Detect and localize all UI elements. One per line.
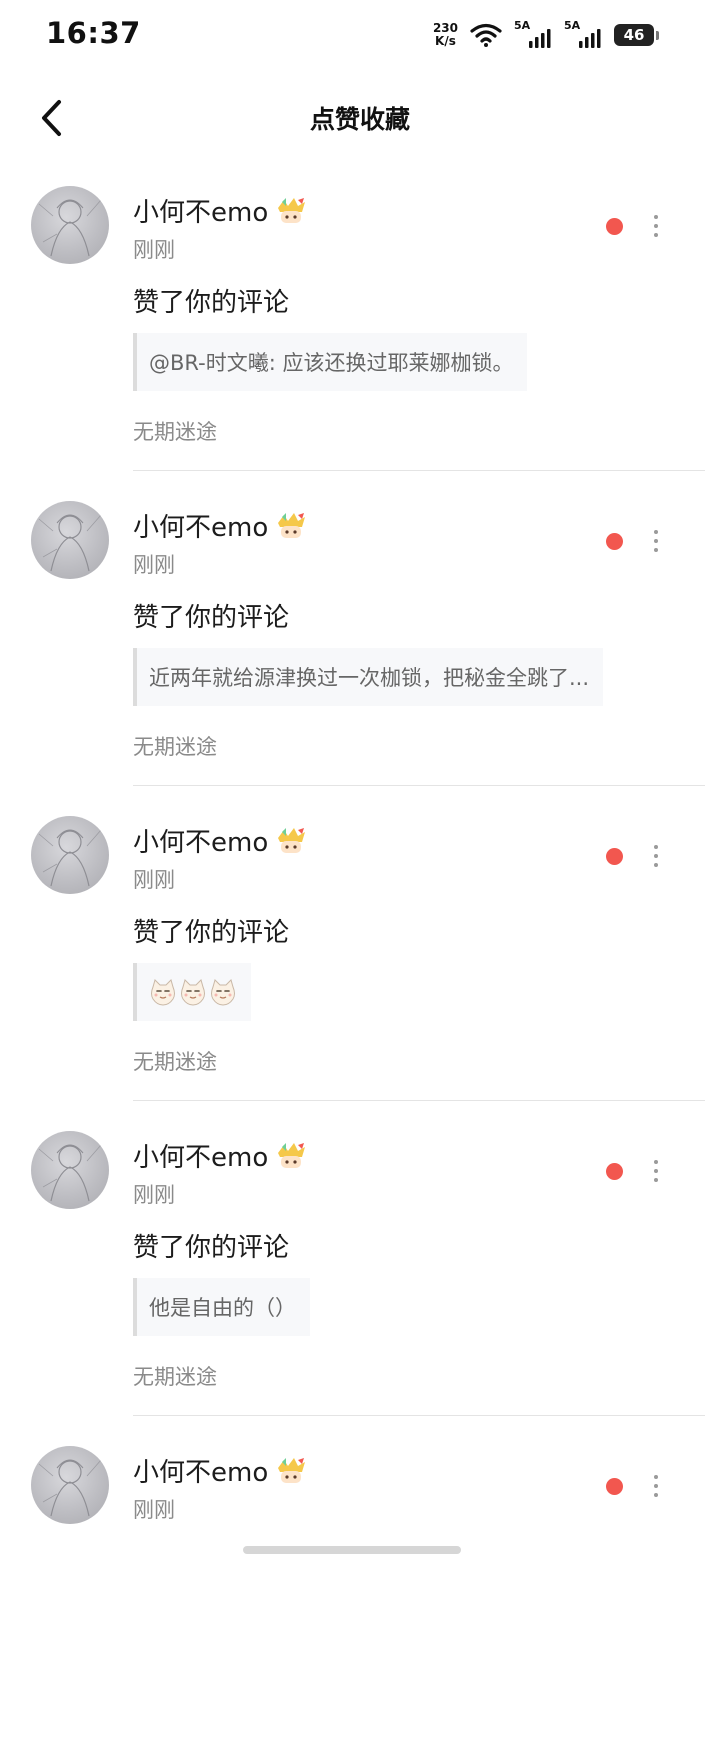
notification-action: 赞了你的评论 bbox=[133, 603, 290, 633]
notification-item[interactable]: 小何不emo 刚刚 赞了你的评论 无期迷途 bbox=[0, 800, 720, 1115]
avatar[interactable] bbox=[31, 816, 109, 894]
status-time: 16:37 bbox=[46, 16, 141, 50]
notification-time: 刚刚 bbox=[133, 1183, 175, 1207]
more-vertical-icon[interactable] bbox=[640, 206, 672, 246]
user-name[interactable]: 小何不emo bbox=[133, 192, 268, 229]
quoted-comment[interactable]: 他是自由的（） bbox=[133, 1278, 310, 1336]
quoted-comment[interactable]: @BR-时文曦: 应该还换过耶莱娜枷锁。 bbox=[133, 333, 528, 391]
unread-dot bbox=[606, 218, 623, 235]
cat-face-emoji-icon bbox=[151, 979, 175, 1006]
divider bbox=[133, 470, 705, 471]
user-name[interactable]: 小何不emo bbox=[133, 507, 268, 544]
signal-icon: 5A bbox=[564, 19, 602, 48]
battery-icon: 46 bbox=[614, 23, 660, 47]
cat-face-emoji-icon bbox=[181, 979, 205, 1006]
notification-item[interactable]: 小何不emo 刚刚 bbox=[0, 1430, 720, 1745]
unread-dot bbox=[606, 848, 623, 865]
unread-dot bbox=[606, 1163, 623, 1180]
more-vertical-icon[interactable] bbox=[640, 1466, 672, 1506]
user-badge-icon bbox=[278, 512, 306, 538]
unread-dot bbox=[606, 533, 623, 550]
user-name[interactable]: 小何不emo bbox=[133, 822, 268, 859]
notification-time: 刚刚 bbox=[133, 1498, 175, 1522]
wifi-icon bbox=[470, 23, 502, 47]
avatar[interactable] bbox=[31, 501, 109, 579]
notification-time: 刚刚 bbox=[133, 868, 175, 892]
notification-action: 赞了你的评论 bbox=[133, 288, 290, 318]
user-badge-icon bbox=[278, 1457, 306, 1483]
header: 点赞收藏 bbox=[0, 82, 720, 152]
status-bar: 16:37 230 K/s 5A 5A 46 bbox=[0, 0, 720, 70]
notification-item[interactable]: 小何不emo 刚刚 赞了你的评论 近两年就给源津换过一次枷锁，把秘金全跳了...… bbox=[0, 485, 720, 800]
battery-level: 46 bbox=[614, 24, 654, 46]
unread-dot bbox=[606, 1478, 623, 1495]
avatar[interactable] bbox=[31, 1446, 109, 1524]
user-badge-icon bbox=[278, 197, 306, 223]
network-speed-unit: K/s bbox=[435, 34, 456, 48]
user-badge-icon bbox=[278, 1142, 306, 1168]
page-title: 点赞收藏 bbox=[309, 105, 410, 134]
more-vertical-icon[interactable] bbox=[640, 1151, 672, 1191]
notification-list: 小何不emo 刚刚 赞了你的评论 @BR-时文曦: 应该还换过耶莱娜枷锁。 无期… bbox=[0, 170, 720, 1745]
notification-time: 刚刚 bbox=[133, 238, 175, 262]
quoted-comment[interactable]: 近两年就给源津换过一次枷锁，把秘金全跳了... bbox=[133, 648, 604, 706]
notification-action: 赞了你的评论 bbox=[133, 918, 290, 948]
status-icons: 230 K/s 5A 5A 46 bbox=[433, 19, 660, 50]
quoted-comment[interactable] bbox=[133, 963, 251, 1021]
divider bbox=[133, 1415, 705, 1416]
cat-face-emoji-icon bbox=[211, 979, 235, 1006]
notification-item[interactable]: 小何不emo 刚刚 赞了你的评论 他是自由的（） 无期迷途 bbox=[0, 1115, 720, 1430]
post-source[interactable]: 无期迷途 bbox=[133, 416, 217, 446]
more-vertical-icon[interactable] bbox=[640, 521, 672, 561]
home-indicator[interactable] bbox=[243, 1546, 461, 1554]
notification-time: 刚刚 bbox=[133, 553, 175, 577]
post-source[interactable]: 无期迷途 bbox=[133, 731, 217, 761]
more-vertical-icon[interactable] bbox=[640, 836, 672, 876]
user-badge-icon bbox=[278, 827, 306, 853]
notification-item[interactable]: 小何不emo 刚刚 赞了你的评论 @BR-时文曦: 应该还换过耶莱娜枷锁。 无期… bbox=[0, 170, 720, 485]
post-source[interactable]: 无期迷途 bbox=[133, 1361, 217, 1391]
user-name[interactable]: 小何不emo bbox=[133, 1452, 268, 1489]
signal-icon: 5A bbox=[514, 19, 552, 48]
avatar[interactable] bbox=[31, 186, 109, 264]
divider bbox=[133, 785, 705, 786]
user-name[interactable]: 小何不emo bbox=[133, 1137, 268, 1174]
divider bbox=[133, 1100, 705, 1101]
post-source[interactable]: 无期迷途 bbox=[133, 1046, 217, 1076]
notification-action: 赞了你的评论 bbox=[133, 1233, 290, 1263]
network-speed: 230 K/s bbox=[433, 22, 458, 48]
avatar[interactable] bbox=[31, 1131, 109, 1209]
